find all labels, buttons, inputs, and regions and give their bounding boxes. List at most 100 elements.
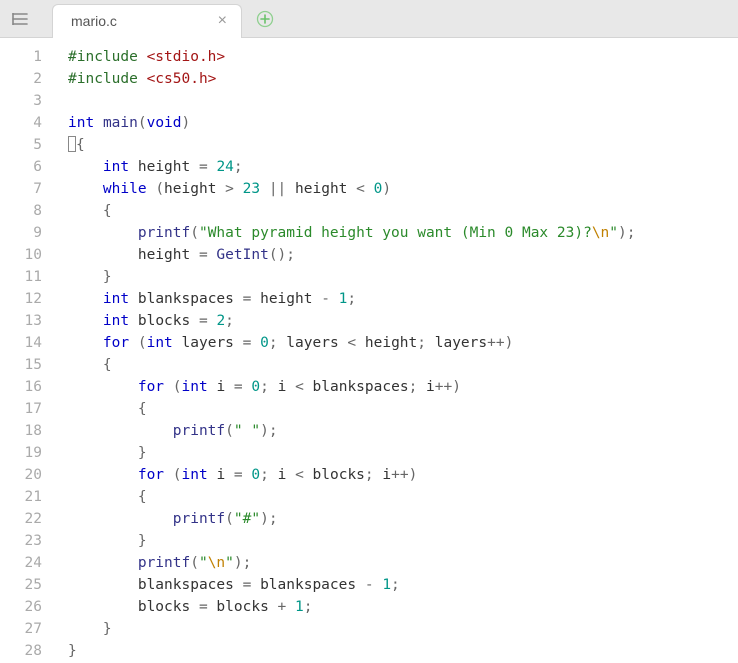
code-line[interactable]: { bbox=[68, 200, 635, 222]
token-id bbox=[164, 467, 173, 483]
token-esc: \n bbox=[592, 225, 609, 241]
line-number: 12 bbox=[0, 288, 42, 310]
code-line[interactable]: { bbox=[68, 486, 635, 508]
token-id: height bbox=[286, 181, 356, 197]
token-pun: } bbox=[103, 621, 112, 637]
token-id bbox=[68, 423, 173, 439]
code-line[interactable]: } bbox=[68, 530, 635, 552]
token-id bbox=[68, 445, 138, 461]
token-kw: int bbox=[147, 335, 173, 351]
token-id bbox=[68, 401, 138, 417]
token-str: " bbox=[199, 555, 208, 571]
code-editor[interactable]: 1234567891011121314151617181920212223242… bbox=[0, 38, 738, 663]
line-number: 10 bbox=[0, 244, 42, 266]
line-number: 21 bbox=[0, 486, 42, 508]
line-number: 15 bbox=[0, 354, 42, 376]
token-op: || bbox=[269, 181, 286, 197]
token-id bbox=[330, 291, 339, 307]
line-number: 7 bbox=[0, 178, 42, 200]
code-area[interactable]: #include <stdio.h>#include <cs50.h> int m… bbox=[56, 38, 635, 663]
code-line[interactable]: printf(" "); bbox=[68, 420, 635, 442]
line-number: 28 bbox=[0, 640, 42, 662]
code-line[interactable]: blankspaces = blankspaces - 1; bbox=[68, 574, 635, 596]
code-line[interactable]: for (int i = 0; i < blocks; i++) bbox=[68, 464, 635, 486]
code-line[interactable]: #include <cs50.h> bbox=[68, 68, 635, 90]
token-id: i bbox=[269, 467, 295, 483]
tab-active[interactable]: mario.c × bbox=[52, 4, 242, 38]
token-id bbox=[286, 599, 295, 615]
token-id: i bbox=[269, 379, 295, 395]
code-line[interactable]: } bbox=[68, 266, 635, 288]
code-line[interactable]: int blocks = 2; bbox=[68, 310, 635, 332]
code-line[interactable]: while (height > 23 || height < 0) bbox=[68, 178, 635, 200]
line-number: 26 bbox=[0, 596, 42, 618]
token-pun: { bbox=[103, 203, 112, 219]
token-op: > bbox=[225, 181, 234, 197]
tab-label: mario.c bbox=[71, 13, 214, 29]
token-pun: ; bbox=[225, 313, 234, 329]
code-line[interactable]: } bbox=[68, 640, 635, 662]
token-id bbox=[147, 181, 156, 197]
token-kw: int bbox=[103, 291, 129, 307]
token-op: = bbox=[199, 313, 208, 329]
line-gutter: 1234567891011121314151617181920212223242… bbox=[0, 38, 56, 663]
line-number: 3 bbox=[0, 90, 42, 112]
code-line[interactable]: printf("\n"); bbox=[68, 552, 635, 574]
line-number: 27 bbox=[0, 618, 42, 640]
code-line[interactable]: #include <stdio.h> bbox=[68, 46, 635, 68]
code-line[interactable] bbox=[68, 90, 635, 112]
token-esc: \n bbox=[208, 555, 225, 571]
token-pun: { bbox=[138, 401, 147, 417]
add-tab-button[interactable] bbox=[256, 10, 274, 28]
token-pun: ; bbox=[269, 335, 278, 351]
line-number: 23 bbox=[0, 530, 42, 552]
token-id bbox=[68, 379, 138, 395]
token-id: i bbox=[374, 467, 391, 483]
token-fn: main bbox=[103, 115, 138, 131]
code-line[interactable]: for (int layers = 0; layers < height; la… bbox=[68, 332, 635, 354]
code-line[interactable]: } bbox=[68, 618, 635, 640]
token-op: ++ bbox=[487, 335, 504, 351]
token-id: height bbox=[356, 335, 417, 351]
code-line[interactable]: printf("What pyramid height you want (Mi… bbox=[68, 222, 635, 244]
menu-icon[interactable] bbox=[8, 7, 32, 31]
token-pun: } bbox=[68, 643, 77, 659]
token-id: height bbox=[164, 181, 225, 197]
line-number: 8 bbox=[0, 200, 42, 222]
code-line[interactable]: { bbox=[68, 134, 635, 156]
token-id bbox=[68, 555, 138, 571]
token-id: height bbox=[129, 159, 199, 175]
code-line[interactable]: for (int i = 0; i < blankspaces; i++) bbox=[68, 376, 635, 398]
code-line[interactable]: { bbox=[68, 398, 635, 420]
token-id bbox=[68, 533, 138, 549]
close-icon[interactable]: × bbox=[214, 12, 231, 30]
token-id bbox=[68, 357, 103, 373]
token-id: blankspaces bbox=[251, 577, 365, 593]
token-op: < bbox=[295, 467, 304, 483]
token-hdr: <stdio.h> bbox=[147, 49, 226, 65]
code-line[interactable]: printf("#"); bbox=[68, 508, 635, 530]
token-pun: ) bbox=[409, 467, 418, 483]
token-str: "#" bbox=[234, 511, 260, 527]
token-pun: ; bbox=[365, 467, 374, 483]
token-num: 24 bbox=[216, 159, 233, 175]
code-line[interactable]: { bbox=[68, 354, 635, 376]
token-kw: void bbox=[147, 115, 182, 131]
token-pun: ; bbox=[347, 291, 356, 307]
code-line[interactable]: } bbox=[68, 442, 635, 464]
token-id: blankspaces bbox=[304, 379, 409, 395]
token-pun: { bbox=[76, 137, 85, 153]
line-number: 11 bbox=[0, 266, 42, 288]
code-line[interactable]: int blankspaces = height - 1; bbox=[68, 288, 635, 310]
token-str: "What pyramid height you want (Min 0 Max… bbox=[199, 225, 592, 241]
token-id: i bbox=[208, 379, 234, 395]
code-line[interactable]: height = GetInt(); bbox=[68, 244, 635, 266]
token-pun: ; bbox=[234, 159, 243, 175]
code-line[interactable]: int height = 24; bbox=[68, 156, 635, 178]
token-id bbox=[68, 159, 103, 175]
token-id bbox=[129, 335, 138, 351]
code-line[interactable]: int main(void) bbox=[68, 112, 635, 134]
token-pun: ( bbox=[190, 225, 199, 241]
token-pun: ) bbox=[505, 335, 514, 351]
code-line[interactable]: blocks = blocks + 1; bbox=[68, 596, 635, 618]
